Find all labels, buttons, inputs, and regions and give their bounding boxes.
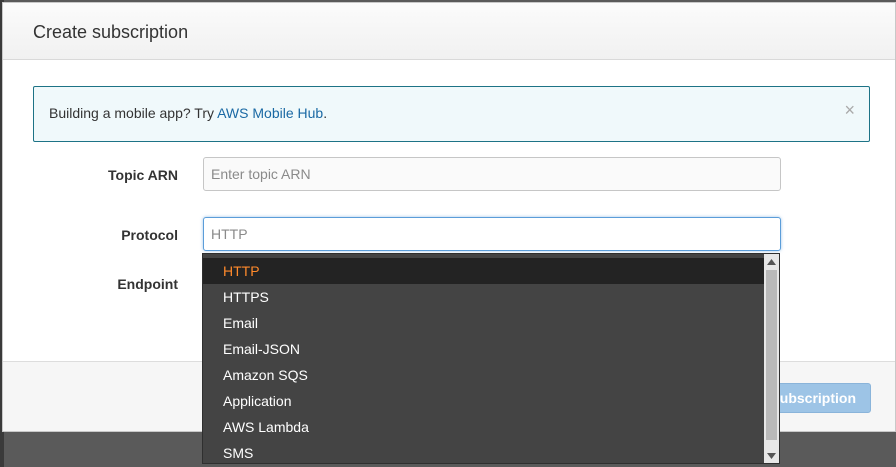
info-alert: Building a mobile app? Try AWS Mobile Hu… (33, 86, 870, 142)
protocol-option-sms[interactable]: SMS (203, 440, 765, 463)
protocol-input[interactable] (203, 217, 781, 251)
close-icon[interactable]: × (844, 101, 855, 119)
protocol-option-email-json[interactable]: Email-JSON (203, 336, 765, 362)
dialog-header: Create subscription (3, 3, 895, 60)
scroll-up-arrow-icon[interactable] (764, 254, 779, 269)
topic-arn-label: Topic ARN (108, 167, 178, 183)
endpoint-label: Endpoint (117, 276, 178, 292)
dropdown-scrollbar[interactable] (764, 254, 779, 463)
aws-mobile-hub-link[interactable]: AWS Mobile Hub (217, 105, 323, 121)
alert-suffix-text: . (323, 105, 328, 121)
protocol-option-https[interactable]: HTTPS (203, 284, 765, 310)
alert-prefix-text: Building a mobile app? Try (49, 105, 218, 121)
scroll-down-arrow-icon[interactable] (764, 448, 779, 463)
protocol-option-amazon-sqs[interactable]: Amazon SQS (203, 362, 765, 388)
protocol-label: Protocol (121, 227, 178, 243)
protocol-option-email[interactable]: Email (203, 310, 765, 336)
protocol-option-http[interactable]: HTTP (203, 258, 765, 284)
protocol-option-application[interactable]: Application (203, 388, 765, 414)
alert-message: Building a mobile app? Try AWS Mobile Hu… (49, 105, 327, 121)
topic-arn-input[interactable] (203, 157, 781, 191)
dialog-title: Create subscription (33, 22, 189, 42)
protocol-option-aws-lambda[interactable]: AWS Lambda (203, 414, 765, 440)
protocol-dropdown-list: HTTP HTTPS Email Email-JSON Amazon SQS A… (202, 253, 780, 464)
scroll-thumb[interactable] (766, 270, 777, 440)
